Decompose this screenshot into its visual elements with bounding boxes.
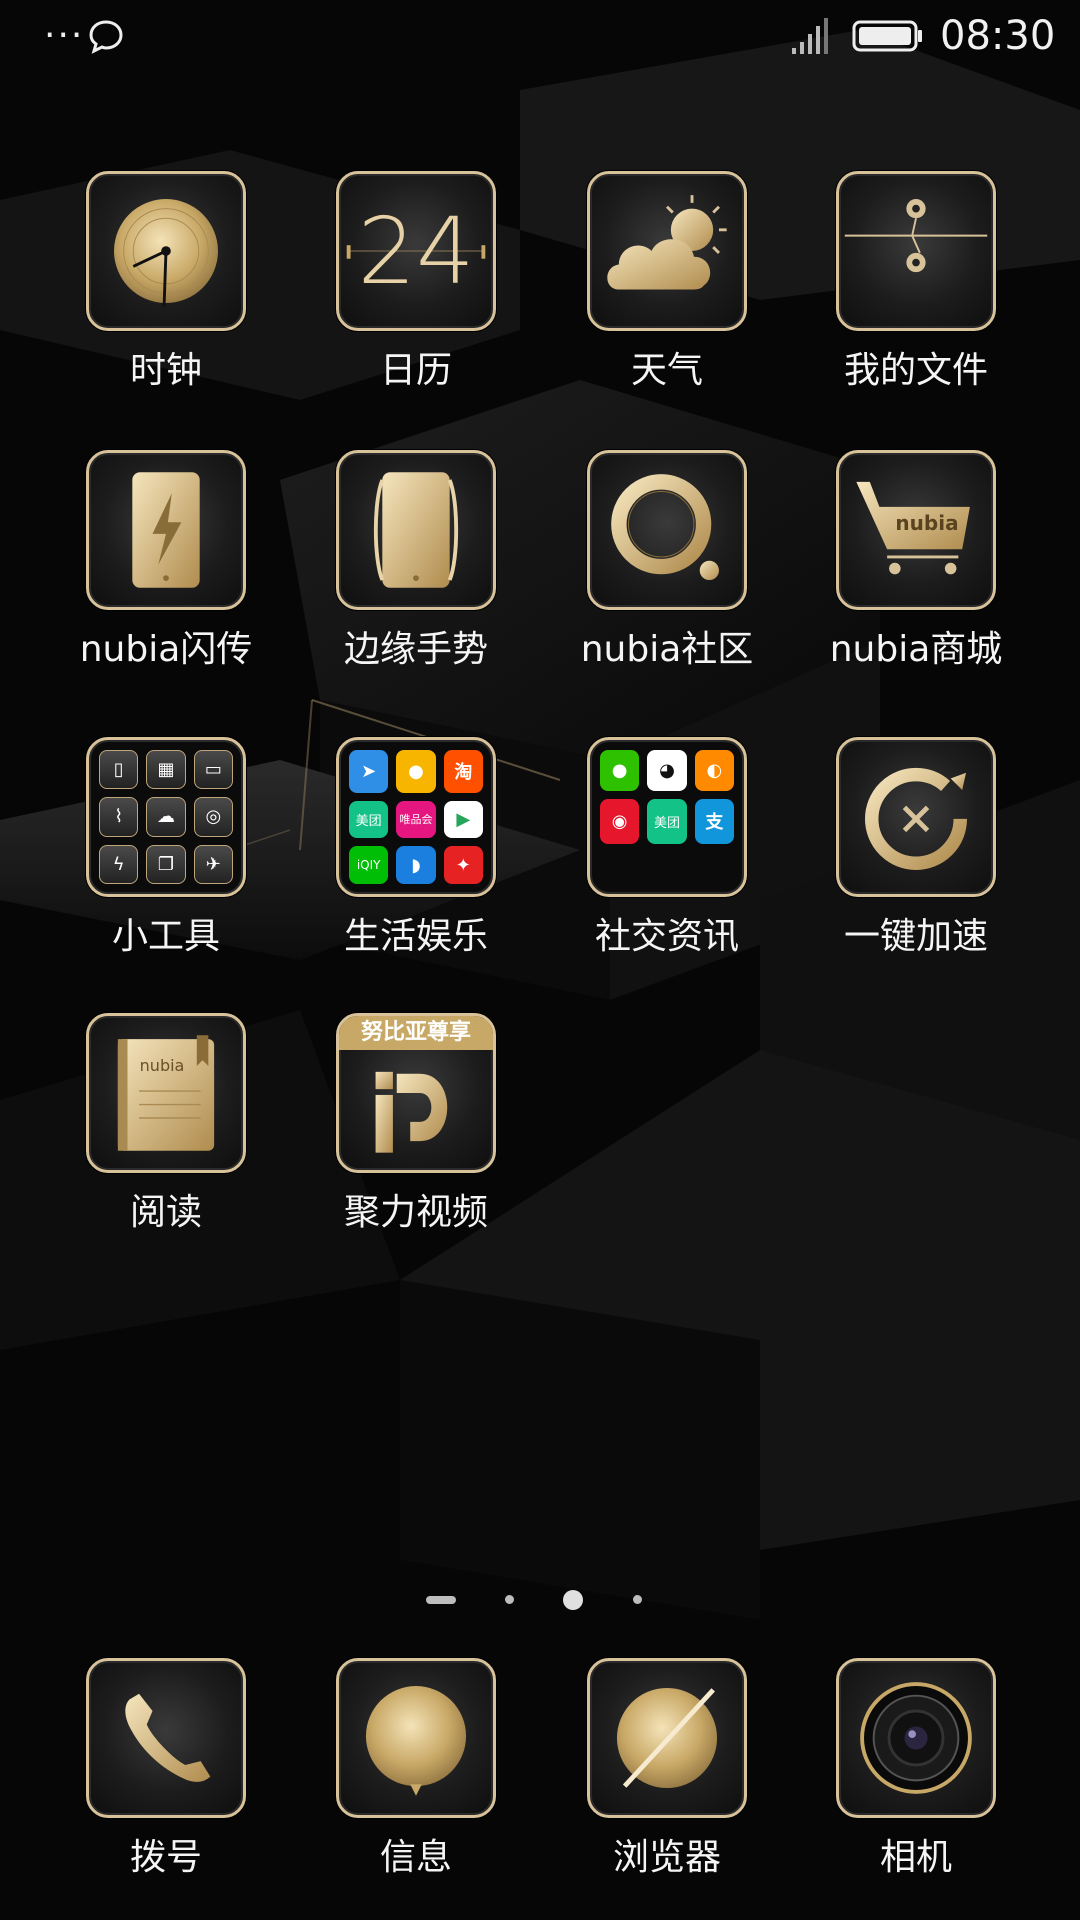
edge-gesture-icon: [336, 450, 496, 610]
app-label: 浏览器: [612, 1837, 721, 1878]
signal-icon: [792, 18, 828, 54]
status-time: 08:30: [940, 13, 1056, 59]
battery-full-icon: [852, 20, 922, 52]
folder-social-news[interactable]: ● ◕ ◐ ◉ 美团 支 社交资讯: [526, 737, 776, 967]
alipay-icon: 支: [694, 798, 734, 844]
message-icon: [336, 1658, 496, 1818]
qq-icon: ◕: [647, 750, 687, 791]
tuniu-icon: ✦: [443, 846, 483, 884]
app-files[interactable]: 我的文件: [775, 171, 1025, 401]
page-indicator[interactable]: [0, 1590, 1080, 1610]
bolt-icon: ϟ: [99, 844, 139, 884]
app-label: 边缘手势: [343, 629, 488, 670]
vip-icon: 唯品会: [396, 800, 436, 839]
folder-tools[interactable]: ▯ ▦ ▭ ⌇ ☁ ◎ ϟ ❐ ✈ 小工具: [25, 737, 275, 967]
phone-icon: [86, 1658, 246, 1818]
taobao-icon: 淘: [443, 750, 483, 793]
app-label: 阅读: [129, 1192, 202, 1233]
play-icon: ▶: [443, 800, 483, 839]
calendar-icon: 24: [336, 171, 496, 331]
lion-icon: ●: [396, 750, 436, 793]
app-label: 时钟: [129, 350, 202, 391]
app-reading[interactable]: nubia 阅读: [25, 1013, 275, 1243]
folder-life-entertainment[interactable]: ➤ ● 淘 美团 唯品会 ▶ iQIY ◗ ✦ 生活娱乐: [275, 737, 525, 967]
page-dot-home[interactable]: [426, 1596, 456, 1604]
clock-icon: [86, 171, 246, 331]
app-speed-boost[interactable]: 一键加速: [775, 737, 1025, 967]
app-label: nubia商城: [829, 629, 1003, 670]
pptv-icon: 努比亚尊享: [336, 1013, 496, 1173]
app-messages[interactable]: 信息: [275, 1658, 525, 1888]
app-label: 一键加速: [843, 916, 988, 957]
ctrip-icon: ◗: [396, 846, 436, 884]
shopping-cart-icon: nubia: [836, 450, 996, 610]
app-label: 拨号: [129, 1837, 202, 1878]
app-label: 我的文件: [843, 350, 988, 391]
store-logo-text: nubia: [895, 511, 959, 535]
speed-boost-icon: [836, 737, 996, 897]
flash-transfer-icon: [86, 450, 246, 610]
app-label: 社交资讯: [594, 916, 739, 957]
iqiyi-icon: iQIY: [349, 846, 389, 884]
app-edge-gesture[interactable]: 边缘手势: [275, 450, 525, 680]
app-clock[interactable]: 时钟: [25, 171, 275, 401]
copy-icon: ❐: [146, 844, 186, 884]
message-bubble-icon: [89, 20, 123, 54]
folder-life-icon: ➤ ● 淘 美团 唯品会 ▶ iQIY ◗ ✦: [336, 737, 496, 897]
calendar-date: 24: [357, 198, 475, 305]
app-dialer[interactable]: 拨号: [25, 1658, 275, 1888]
app-label: nubia社区: [580, 629, 754, 670]
ellipsis-icon: ···: [44, 15, 85, 56]
folder-files-icon: [836, 171, 996, 331]
app-label: 日历: [379, 350, 452, 391]
cloud-icon: ☁: [146, 797, 186, 837]
page-dot[interactable]: [633, 1595, 642, 1604]
flashlight-icon: ⌇: [99, 797, 139, 837]
app-calendar[interactable]: 24 日历: [275, 171, 525, 401]
notepad-icon: ▯: [99, 750, 139, 790]
app-label: 相机: [879, 1837, 952, 1878]
browser-icon: [587, 1658, 747, 1818]
meituan-icon: 美团: [647, 798, 687, 844]
airplane-icon: ✈: [193, 844, 233, 884]
folder-social-icon: ● ◕ ◐ ◉ 美团 支: [587, 737, 747, 897]
uc-browser-icon: ◐: [694, 750, 734, 791]
status-bar: ··· 08:30: [0, 0, 1080, 76]
community-ring-icon: [587, 450, 747, 610]
app-browser[interactable]: 浏览器: [526, 1658, 776, 1888]
folder-tools-icon: ▯ ▦ ▭ ⌇ ☁ ◎ ϟ ❐ ✈: [86, 737, 246, 897]
book-icon: nubia: [86, 1013, 246, 1173]
page-dot[interactable]: [505, 1595, 514, 1604]
screen-icon: ▭: [193, 750, 233, 790]
paper-plane-icon: ➤: [349, 750, 389, 793]
app-weather[interactable]: 天气: [526, 171, 776, 401]
reading-logo-text: nubia: [139, 1056, 185, 1075]
app-label: 生活娱乐: [343, 916, 488, 957]
camera-lens-icon: [836, 1658, 996, 1818]
app-label: 天气: [630, 350, 703, 391]
app-label: 信息: [379, 1837, 452, 1878]
app-nubia-community[interactable]: nubia社区: [526, 450, 776, 680]
weibo-icon: ◉: [600, 798, 640, 844]
app-camera[interactable]: 相机: [775, 1658, 1025, 1888]
app-nubia-store[interactable]: nubia nubia商城: [775, 450, 1025, 680]
wechat-icon: ●: [600, 750, 640, 791]
app-label: nubia闪传: [79, 629, 253, 670]
meituan-icon: 美团: [349, 800, 389, 839]
app-juli-video[interactable]: 努比亚尊享 聚力视频: [275, 1013, 525, 1243]
speaker-icon: ◎: [193, 797, 233, 837]
calculator-icon: ▦: [146, 750, 186, 790]
app-label: 聚力视频: [343, 1192, 488, 1233]
app-nubia-flash[interactable]: nubia闪传: [25, 450, 275, 680]
page-dot-active[interactable]: [563, 1590, 583, 1610]
weather-icon: [587, 171, 747, 331]
app-label: 小工具: [111, 916, 220, 957]
